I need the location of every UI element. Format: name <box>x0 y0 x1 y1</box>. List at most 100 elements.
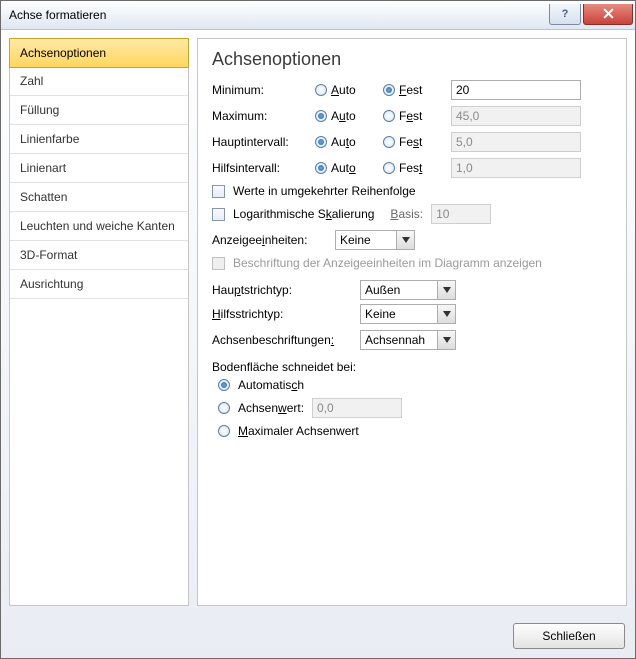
hilfsintervall-fest-radio[interactable] <box>383 162 395 174</box>
row-display-units: Anzeigeeinheiten: Keine <box>212 230 612 250</box>
sidebar-item-label: Schatten <box>20 190 67 204</box>
maximum-label: Maximum: <box>212 109 307 123</box>
sidebar-item-achsenoptionen[interactable]: Achsenoptionen <box>9 38 189 68</box>
sidebar-item-label: Linienfarbe <box>20 132 79 146</box>
sidebar-item-linienfarbe[interactable]: Linienfarbe <box>10 125 188 154</box>
row-reverse: Werte in umgekehrter Reihenfolge <box>212 184 612 198</box>
minor-tick-value: Keine <box>361 307 437 321</box>
row-crosses-max: Maximaler Achsenwert <box>218 424 612 438</box>
hauptintervall-auto-radio-label: Auto <box>331 135 356 149</box>
sidebar-item-label: Linienart <box>20 161 66 175</box>
row-crosses-auto: Automatisch <box>218 378 612 392</box>
dropdown-button <box>437 281 455 299</box>
dropdown-button <box>396 231 414 249</box>
minimum-input[interactable]: 20 <box>451 80 581 100</box>
axis-labels-value: Achsennah <box>361 333 437 347</box>
row-minimum: Minimum: Auto Fest 20 <box>212 80 612 100</box>
maximum-auto-radio[interactable] <box>315 110 327 122</box>
sidebar-item-label: 3D-Format <box>20 248 77 262</box>
hauptintervall-fest-group: Fest <box>383 135 443 149</box>
sidebar-item-zahl[interactable]: Zahl <box>10 67 188 96</box>
reverse-checkbox[interactable] <box>212 185 225 198</box>
maximum-fest-radio[interactable] <box>383 110 395 122</box>
panel-heading: Achsenoptionen <box>212 49 612 70</box>
row-axis-labels: Achsenbeschriftungen: Achsennah <box>212 330 612 350</box>
log-scale-label: Logarithmische Skalierung <box>233 207 374 221</box>
sidebar-item-label: Ausrichtung <box>20 277 83 291</box>
minimum-fest-group: Fest <box>383 83 443 97</box>
chevron-down-icon <box>443 287 451 293</box>
dropdown-button <box>437 331 455 349</box>
maximum-fest-group: Fest <box>383 109 443 123</box>
basis-label: Basis: <box>390 207 423 221</box>
reverse-label: Werte in umgekehrter Reihenfolge <box>233 184 416 198</box>
sidebar-item-fuellung[interactable]: Füllung <box>10 96 188 125</box>
major-tick-select[interactable]: Außen <box>360 280 456 300</box>
hilfsintervall-fest-group: Fest <box>383 161 443 175</box>
close-window-button[interactable] <box>583 4 633 25</box>
hilfsintervall-auto-radio[interactable] <box>315 162 327 174</box>
sidebar-item-3d-format[interactable]: 3D-Format <box>10 241 188 270</box>
minimum-auto-group: Auto <box>315 83 375 97</box>
minimum-fest-radio[interactable] <box>383 84 395 96</box>
crosses-value-radio[interactable] <box>218 402 230 414</box>
minimum-fest-radio-label: Fest <box>399 83 422 97</box>
row-display-units-caption: Beschriftung der Anzeigeeinheiten im Dia… <box>212 256 612 270</box>
axis-labels-label: Achsenbeschriftungen: <box>212 333 352 347</box>
display-units-caption-label: Beschriftung der Anzeigeeinheiten im Dia… <box>233 256 542 270</box>
sidebar-item-label: Leuchten und weiche Kanten <box>20 219 175 233</box>
major-tick-value: Außen <box>361 283 437 297</box>
row-hilfsintervall: Hilfsintervall: Auto Fest 1,0 <box>212 158 612 178</box>
display-units-select[interactable]: Keine <box>335 230 415 250</box>
log-scale-checkbox[interactable] <box>212 208 225 221</box>
major-tick-label: Hauptstrichtyp: <box>212 283 352 297</box>
window-title: Achse formatieren <box>9 8 547 22</box>
row-log-scale: Logarithmische Skalierung Basis: 10 <box>212 204 612 224</box>
close-button-label: Schließen <box>542 629 595 643</box>
sidebar-item-label: Zahl <box>20 74 43 88</box>
maximum-fest-radio-label: Fest <box>399 109 422 123</box>
minimum-label: Minimum: <box>212 83 307 97</box>
axis-labels-select[interactable]: Achsennah <box>360 330 456 350</box>
row-major-tick: Hauptstrichtyp: Außen <box>212 280 612 300</box>
window-controls: ? <box>547 4 633 26</box>
hauptintervall-fest-radio[interactable] <box>383 136 395 148</box>
hauptintervall-auto-radio[interactable] <box>315 136 327 148</box>
crosses-heading: Bodenfläche schneidet bei: <box>212 360 612 374</box>
display-units-label: Anzeigeeinheiten: <box>212 233 327 247</box>
sidebar-item-leuchten[interactable]: Leuchten und weiche Kanten <box>10 212 188 241</box>
minor-tick-select[interactable]: Keine <box>360 304 456 324</box>
help-button[interactable]: ? <box>549 4 581 25</box>
sidebar-item-ausrichtung[interactable]: Ausrichtung <box>10 270 188 299</box>
maximum-auto-radio-label: Auto <box>331 109 356 123</box>
maximum-auto-group: Auto <box>315 109 375 123</box>
hilfsintervall-auto-radio-label: Auto <box>331 161 356 175</box>
crosses-auto-radio[interactable] <box>218 379 230 391</box>
minor-tick-label: Hilfsstrichtyp: <box>212 307 352 321</box>
row-hauptintervall: Hauptintervall: Auto Fest 5,0 <box>212 132 612 152</box>
basis-input: 10 <box>431 204 491 224</box>
close-button[interactable]: Schließen <box>513 623 625 649</box>
titlebar: Achse formatieren ? <box>1 1 635 30</box>
chevron-down-icon <box>443 311 451 317</box>
category-sidebar: Achsenoptionen Zahl Füllung Linienfarbe … <box>9 38 189 606</box>
dialog-footer: Schließen <box>1 614 635 658</box>
hauptintervall-input: 5,0 <box>451 132 581 152</box>
crosses-max-radio[interactable] <box>218 425 230 437</box>
chevron-down-icon <box>443 337 451 343</box>
sidebar-item-schatten[interactable]: Schatten <box>10 183 188 212</box>
sidebar-item-linienart[interactable]: Linienart <box>10 154 188 183</box>
hilfsintervall-fest-radio-label: Fest <box>399 161 422 175</box>
options-panel: Achsenoptionen Minimum: Auto Fest 20 Max… <box>197 38 627 606</box>
crosses-value-input: 0,0 <box>312 398 402 418</box>
maximum-input: 45,0 <box>451 106 581 126</box>
minimum-auto-radio-label: Auto <box>331 83 356 97</box>
dialog-body: Achsenoptionen Zahl Füllung Linienfarbe … <box>1 30 635 614</box>
hilfsintervall-input: 1,0 <box>451 158 581 178</box>
chevron-down-icon <box>402 237 410 243</box>
row-minor-tick: Hilfsstrichtyp: Keine <box>212 304 612 324</box>
sidebar-item-label: Achsenoptionen <box>20 46 106 60</box>
minimum-auto-radio[interactable] <box>315 84 327 96</box>
hauptintervall-auto-group: Auto <box>315 135 375 149</box>
dropdown-button <box>437 305 455 323</box>
